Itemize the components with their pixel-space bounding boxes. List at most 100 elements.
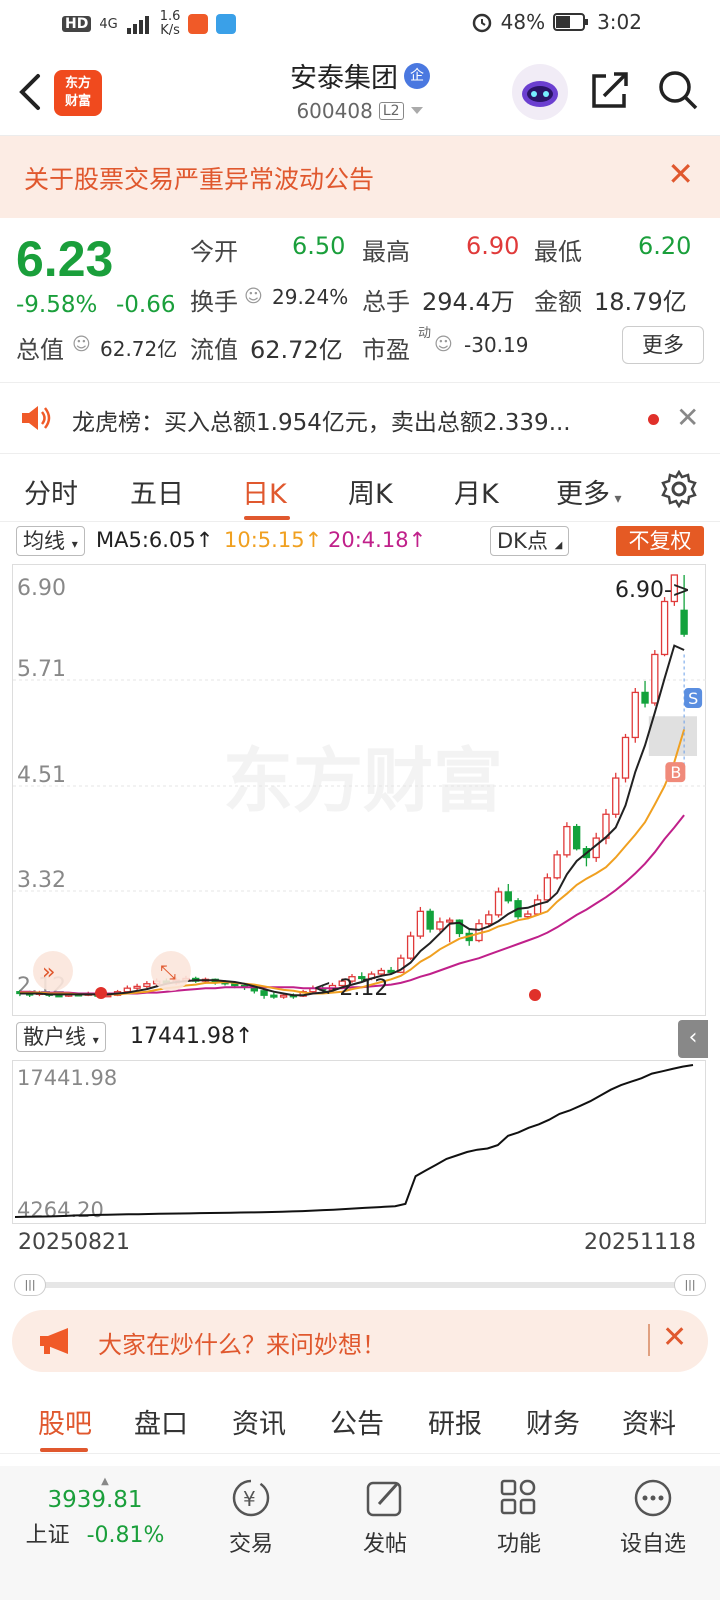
- hd-icon: HD: [62, 16, 92, 32]
- tab-weekly-k[interactable]: 周K: [348, 472, 393, 511]
- tab-research[interactable]: 研报: [428, 1402, 482, 1441]
- candle-body: [504, 891, 512, 902]
- stock-name: 安泰集团: [290, 63, 398, 94]
- collapse-panel-button[interactable]: ‹: [678, 1020, 708, 1058]
- battery-icon: [553, 13, 589, 31]
- candle-body: [621, 736, 630, 779]
- tab-announcements[interactable]: 公告: [330, 1402, 384, 1441]
- max-price-label: 6.90->: [615, 578, 690, 603]
- tab-forum[interactable]: 股吧: [38, 1402, 92, 1441]
- announcement-banner[interactable]: 关于股票交易严重异常波动公告 ✕: [0, 136, 720, 218]
- retail-line-svg[interactable]: 17441.98 4264.20: [13, 1061, 707, 1225]
- bottom-nav: ▲ 3939.81 上证 -0.81% ¥ 交易 发帖 功能 设自选: [0, 1466, 720, 1600]
- tab-profile[interactable]: 资料: [622, 1402, 676, 1441]
- event-dot: [529, 989, 541, 1001]
- dragon-tiger-bar[interactable]: 龙虎榜：买入总额1.954亿元，卖出总额2.339... ✕: [0, 382, 720, 454]
- candle-body: [270, 994, 278, 998]
- more-button[interactable]: 更多: [622, 326, 704, 364]
- tab-daily-k[interactable]: 日K: [242, 472, 287, 511]
- close-icon[interactable]: ✕: [676, 401, 699, 434]
- market-cap-label: 总值: [16, 336, 64, 364]
- turnover-value: 29.24%: [272, 285, 349, 309]
- dk-point-button[interactable]: DK点 ◢: [490, 526, 570, 556]
- active-tab-indicator: [244, 516, 290, 520]
- ask-ai-bar[interactable]: 大家在炒什么？来问妙想！ ✕: [12, 1310, 708, 1372]
- back-arrow-icon[interactable]: [14, 68, 48, 116]
- candle-body: [416, 910, 425, 937]
- ask-ai-text[interactable]: 大家在炒什么？来问妙想！: [98, 1325, 386, 1360]
- index-change: -0.81%: [86, 1523, 165, 1548]
- candle-body: [377, 969, 385, 975]
- index-value: 3939.81: [47, 1487, 143, 1513]
- kline-svg[interactable]: 东方财富 6.905.714.513.322.126.90-><-2.12SB»…: [13, 565, 707, 1017]
- chevron-down-icon[interactable]: [410, 106, 424, 116]
- weather-app-icon: [216, 14, 237, 34]
- candle-body: [123, 987, 132, 993]
- candle-body: [660, 600, 669, 656]
- ma-type-select[interactable]: 均线 ▾: [16, 526, 85, 556]
- search-icon[interactable]: [656, 68, 700, 112]
- chart-range-scroller[interactable]: ||| |||: [14, 1274, 706, 1296]
- nav-watchlist[interactable]: 设自选: [598, 1476, 708, 1558]
- close-icon[interactable]: ✕: [667, 158, 694, 190]
- tab-order-book[interactable]: 盘口: [134, 1402, 188, 1441]
- scroller-left-handle[interactable]: |||: [14, 1274, 46, 1296]
- unread-dot: [648, 414, 659, 425]
- sub-indicator-select[interactable]: 散户线 ▾: [16, 1022, 106, 1052]
- stock-header: 东方 财富 安泰集团企 600408 L2: [0, 50, 720, 136]
- info-icon[interactable]: ☺: [434, 334, 453, 355]
- volume-value: 294.4万: [422, 288, 515, 316]
- candle-body: [641, 691, 649, 704]
- nav-post[interactable]: 发帖: [330, 1476, 440, 1558]
- candle-body: [543, 877, 552, 901]
- ma5-value: MA5:6.05↑: [96, 528, 214, 552]
- nav-functions[interactable]: 功能: [464, 1476, 574, 1558]
- buy-marker-label: B: [670, 763, 681, 782]
- close-icon[interactable]: ✕: [662, 1320, 687, 1355]
- turnover-label: 换手: [190, 288, 238, 316]
- expand-icon: ⤡: [160, 960, 176, 984]
- sub-indicator-value: 17441.98↑: [130, 1024, 254, 1049]
- speaker-icon: [22, 406, 51, 430]
- candle-body: [680, 609, 688, 635]
- candle-body: [446, 919, 454, 923]
- market-cap-value: 62.72亿: [100, 337, 178, 361]
- nav-trade[interactable]: ¥ 交易: [196, 1476, 306, 1558]
- double-chevron-icon: »: [42, 960, 55, 985]
- active-tab-indicator: [40, 1448, 88, 1452]
- trade-icon: ¥: [232, 1479, 270, 1517]
- candle-body: [553, 854, 561, 879]
- event-dot: [95, 987, 107, 999]
- float-cap-label: 流值: [190, 336, 238, 364]
- share-icon[interactable]: [588, 68, 632, 112]
- info-icon[interactable]: ☺: [72, 334, 91, 355]
- y-tick-label: 4264.20: [17, 1198, 104, 1222]
- net-speed: 1.6 K/s: [159, 9, 181, 38]
- index-ticker[interactable]: ▲ 3939.81 上证 -0.81%: [20, 1476, 170, 1549]
- tab-five-day[interactable]: 五日: [130, 472, 184, 511]
- settings-gear-icon[interactable]: [660, 470, 698, 508]
- sell-marker-label: S: [688, 689, 698, 708]
- pe-value: -30.19: [464, 333, 529, 357]
- adjust-mode-button[interactable]: 不复权: [616, 526, 704, 556]
- high-label: 最高: [362, 238, 410, 266]
- open-value: 6.50: [292, 232, 346, 260]
- kline-chart[interactable]: 东方财富 6.905.714.513.322.126.90-><-2.12SB»…: [12, 564, 707, 1017]
- retail-line-chart[interactable]: 17441.98 4264.20: [12, 1060, 706, 1224]
- level2-badge[interactable]: L2: [378, 102, 404, 120]
- announcement-text[interactable]: 关于股票交易严重异常波动公告: [24, 160, 374, 196]
- dragon-tiger-text[interactable]: 龙虎榜：买入总额1.954亿元，卖出总额2.339...: [72, 403, 612, 437]
- tab-finance[interactable]: 财务: [526, 1402, 580, 1441]
- ai-assistant-icon[interactable]: [512, 64, 568, 120]
- app-logo[interactable]: 东方 财富: [54, 70, 102, 116]
- watermark: 东方财富: [223, 740, 503, 822]
- amount-value: 18.79亿: [594, 288, 687, 316]
- tab-more[interactable]: 更多 ▾: [556, 472, 621, 511]
- tab-intraday[interactable]: 分时: [24, 472, 78, 511]
- tab-news[interactable]: 资讯: [232, 1402, 286, 1441]
- status-bar: HD 4G 1.6 K/s 48% 3:02: [0, 0, 720, 48]
- scroller-right-handle[interactable]: |||: [674, 1274, 706, 1296]
- info-icon[interactable]: ☺: [244, 286, 263, 307]
- tab-monthly-k[interactable]: 月K: [454, 472, 499, 511]
- network-type: 4G: [99, 16, 118, 32]
